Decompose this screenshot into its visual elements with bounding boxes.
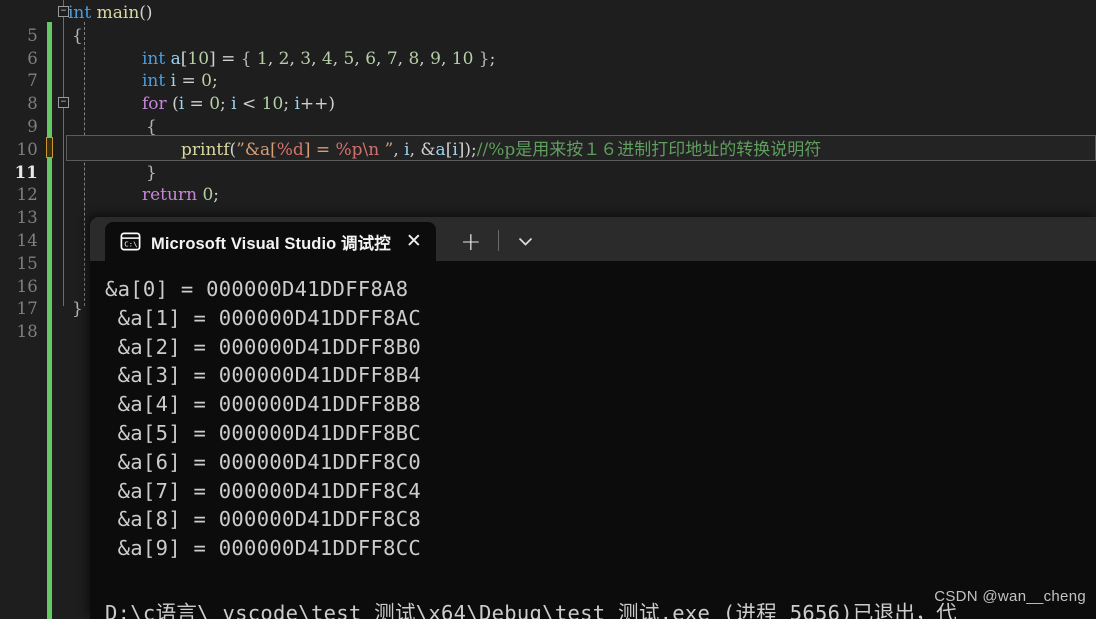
chevron-down-icon[interactable] bbox=[513, 228, 539, 254]
code-line-13[interactable]: 13 return 0; bbox=[0, 184, 1096, 227]
code-content: } bbox=[146, 162, 157, 183]
terminal-line: &a[2] = 000000D41DDFF8B0 bbox=[105, 334, 422, 359]
screenshot-root: − − 5 int main() 6 { 7 int a[10] = { 1, … bbox=[0, 0, 1096, 619]
svg-text:C:\: C:\ bbox=[124, 240, 137, 249]
terminal-window[interactable]: C:\ Microsoft Visual Studio 调试控 ✕ + &a[0… bbox=[90, 217, 1096, 619]
code-content: printf(”&a[%d] = %p\n ”, i, &a[i]);//%p是… bbox=[181, 139, 822, 160]
code-content: for (i = 0; i < 10; i++) bbox=[142, 94, 336, 115]
watermark-credit: CSDN @wan__cheng bbox=[934, 588, 1086, 605]
close-icon[interactable]: ✕ bbox=[401, 229, 427, 255]
code-line-7[interactable]: 7 int a[10] = { 1, 2, 3, 4, 5, 6, 7, 8, … bbox=[0, 48, 1096, 91]
code-content: { bbox=[146, 117, 157, 137]
code-content: } bbox=[72, 299, 83, 320]
terminal-exit-message: D:\c语言\_vscode\test_测试\x64\Debug\test_测试… bbox=[105, 601, 957, 619]
code-content: int i = 0; bbox=[142, 71, 218, 92]
code-line-8[interactable]: 8 int i = 0; bbox=[0, 70, 1096, 113]
code-line-6[interactable]: 6 { bbox=[0, 25, 1096, 68]
terminal-line: &a[8] = 000000D41DDFF8C8 bbox=[105, 507, 422, 532]
terminal-line: &a[3] = 000000D41DDFF8B4 bbox=[105, 363, 422, 388]
code-content: return 0; bbox=[142, 185, 220, 206]
terminal-tab-title: Microsoft Visual Studio 调试控 bbox=[151, 234, 391, 253]
terminal-line: &a[1] = 000000D41DDFF8AC bbox=[105, 305, 422, 330]
toolbar-divider bbox=[497, 230, 499, 251]
terminal-line: &a[6] = 000000D41DDFF8C0 bbox=[105, 449, 422, 474]
inline-comment: //%p是用来按１６进制打印地址的转换说明符 bbox=[476, 139, 822, 160]
code-line-12[interactable]: 12 } bbox=[0, 162, 1096, 205]
terminal-tab-bar[interactable]: C:\ Microsoft Visual Studio 调试控 ✕ + bbox=[90, 217, 1096, 261]
code-line-11[interactable]: 11 printf(”&a[%d] = %p\n ”, i, &a[i]);//… bbox=[0, 139, 1096, 182]
code-line-9[interactable]: 9 for (i = 0; i < 10; i++) bbox=[0, 93, 1096, 136]
terminal-line: &a[9] = 000000D41DDFF8CC bbox=[105, 536, 422, 561]
terminal-line: &a[4] = 000000D41DDFF8B8 bbox=[105, 392, 422, 417]
code-content: int main() bbox=[68, 3, 153, 23]
terminal-line: &a[0] = 000000D41DDFF8A8 bbox=[105, 277, 409, 301]
terminal-tab-vs-debug-console[interactable]: C:\ Microsoft Visual Studio 调试控 ✕ bbox=[105, 222, 436, 261]
new-terminal-button[interactable]: + bbox=[458, 228, 484, 254]
terminal-output[interactable]: &a[0] = 000000D41DDFF8A8 &a[1] = 000000D… bbox=[90, 261, 1096, 619]
terminal-line: &a[7] = 000000D41DDFF8C4 bbox=[105, 478, 422, 503]
code-line-5[interactable]: 5 int main() bbox=[0, 2, 1096, 45]
terminal-line: &a[5] = 000000D41DDFF8BC bbox=[105, 420, 422, 445]
code-content: int a[10] = { 1, 2, 3, 4, 5, 6, 7, 8, 9,… bbox=[142, 48, 496, 69]
console-cmd-icon: C:\ bbox=[119, 231, 141, 253]
code-content: { bbox=[72, 25, 83, 46]
line-number: 18 bbox=[16, 322, 38, 342]
code-line-10[interactable]: 10 { bbox=[0, 116, 1096, 159]
